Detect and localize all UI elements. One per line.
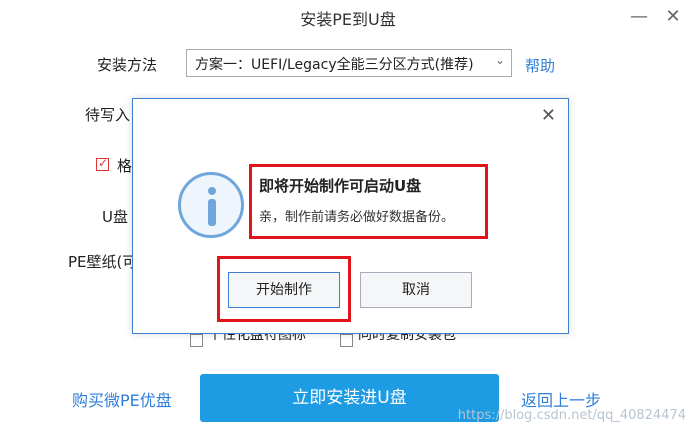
window-title: 安装PE到U盘 — [300, 10, 396, 29]
cancel-button[interactable]: 取消 — [360, 272, 472, 308]
dialog-close-icon[interactable]: ✕ — [541, 105, 556, 126]
start-making-button[interactable]: 开始制作 — [228, 272, 340, 308]
udisk-label: U盘 — [102, 208, 128, 226]
personalize-checkbox[interactable] — [190, 334, 203, 347]
dialog-message: 亲，制作前请务必做好数据备份。 — [259, 210, 455, 225]
format-label: 格 — [117, 157, 133, 175]
help-link[interactable]: 帮助 — [525, 55, 555, 76]
install-method-select[interactable]: 方案一：UEFI/Legacy全能三分区方式(推荐) ⌄ — [186, 49, 512, 77]
target-label: 待写入 — [85, 106, 131, 124]
dialog-heading: 即将开始制作可启动U盘 — [259, 177, 422, 195]
format-checkbox[interactable] — [96, 156, 109, 171]
install-method-label: 安装方法 — [97, 56, 158, 74]
confirm-dialog: ✕ 即将开始制作可启动U盘 亲，制作前请务必做好数据备份。 开始制作 取消 — [132, 98, 569, 334]
window-close-button[interactable]: ✕ — [662, 6, 684, 28]
watermark: https://blog.csdn.net/qq_40824474 — [457, 408, 686, 423]
buy-udisk-link[interactable]: 购买微PE优盘 — [72, 387, 172, 411]
info-icon — [178, 172, 244, 238]
chevron-down-icon: ⌄ — [494, 53, 505, 67]
install-method-value: 方案一：UEFI/Legacy全能三分区方式(推荐) — [195, 57, 474, 73]
wallpaper-label: PE壁纸(可 — [68, 253, 138, 271]
install-to-udisk-button[interactable]: 立即安装进U盘 — [200, 374, 499, 422]
minimize-button[interactable]: — — [628, 6, 650, 28]
copy-package-checkbox[interactable] — [340, 334, 353, 347]
